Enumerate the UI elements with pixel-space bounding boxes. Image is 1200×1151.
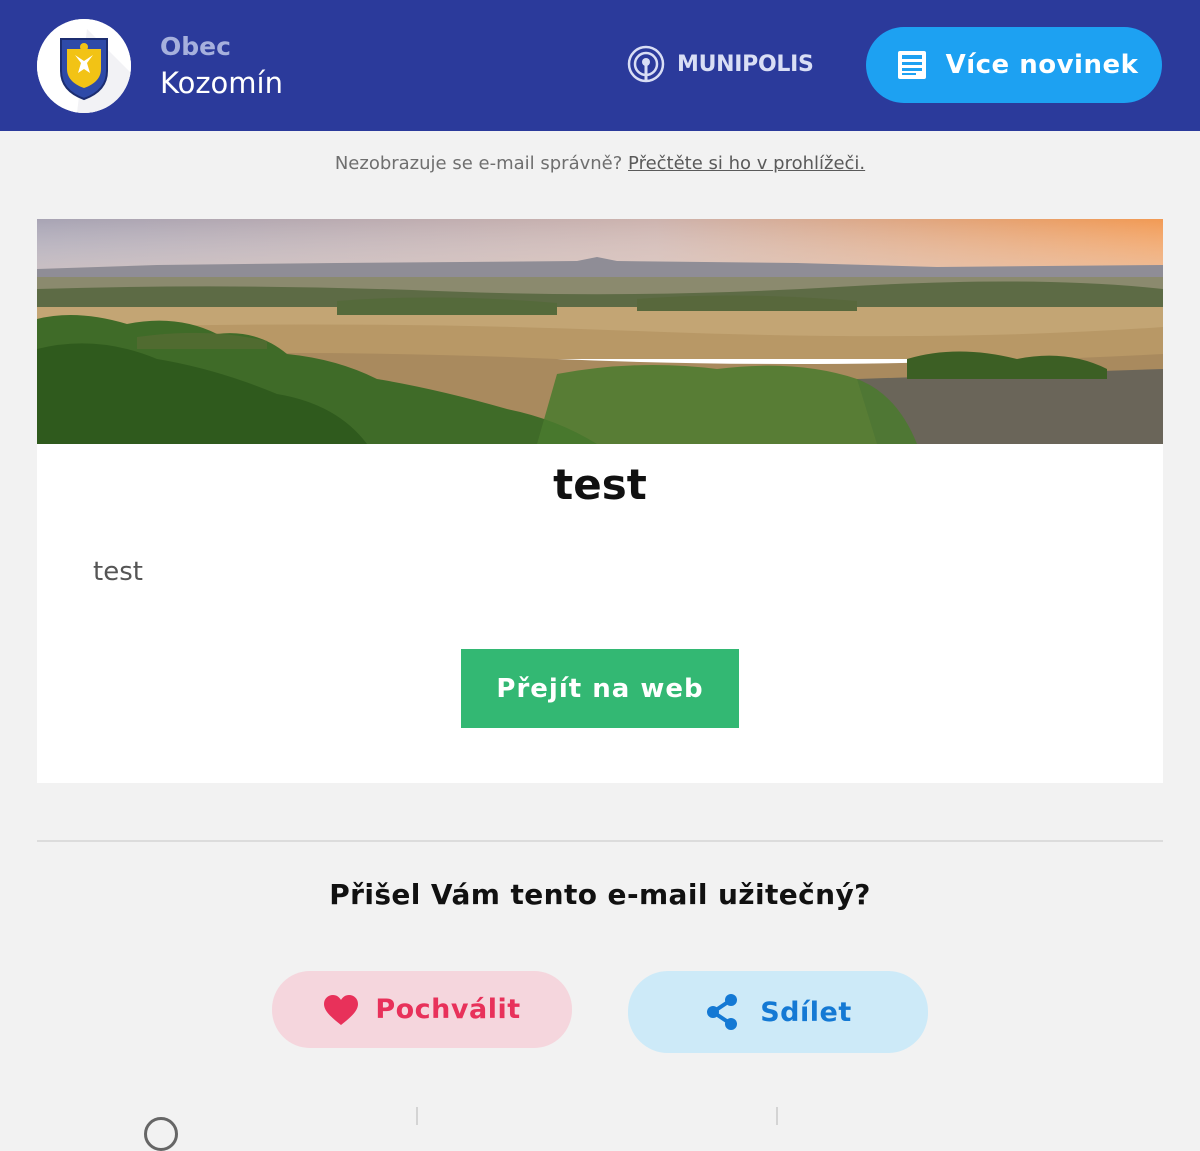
share-button[interactable]: Sdílet <box>628 971 928 1053</box>
share-icon <box>707 994 738 1030</box>
praise-label: Pochválit <box>375 994 521 1025</box>
more-news-label: Více novinek <box>945 50 1139 80</box>
more-news-button[interactable]: Více novinek <box>866 27 1162 103</box>
share-label: Sdílet <box>760 996 852 1028</box>
munipolis-logo[interactable]: MUNIPOLIS <box>627 44 814 84</box>
town-label: Obec <box>160 32 231 61</box>
footer-separator <box>776 1107 778 1125</box>
header: Obec Kozomín MUNIPOLIS Více novinek <box>0 0 1200 131</box>
view-in-browser-link[interactable]: Přečtěte si ho v prohlížeči. <box>628 153 865 174</box>
footer-icon[interactable] <box>144 1117 178 1151</box>
brand-name: MUNIPOLIS <box>677 51 814 77</box>
heart-icon <box>324 994 359 1025</box>
divider <box>37 840 1163 842</box>
coat-of-arms-icon <box>37 19 131 113</box>
footer-separator <box>416 1107 418 1125</box>
hero-image <box>37 219 1163 444</box>
feedback-question: Přišel Vám tento e-mail užitečný? <box>329 878 871 911</box>
praise-button[interactable]: Pochválit <box>272 971 572 1048</box>
newspaper-icon <box>897 51 926 79</box>
article-title: test <box>553 460 647 509</box>
town-name: Kozomín <box>160 66 283 100</box>
broadcast-icon <box>627 45 665 83</box>
article-body: test <box>93 557 143 587</box>
preheader-text: Nezobrazuje se e-mail správně? <box>334 153 623 174</box>
go-to-web-button[interactable]: Přejít na web <box>461 649 739 728</box>
preheader: Nezobrazuje se e-mail správně? Přečtěte … <box>0 150 1200 178</box>
